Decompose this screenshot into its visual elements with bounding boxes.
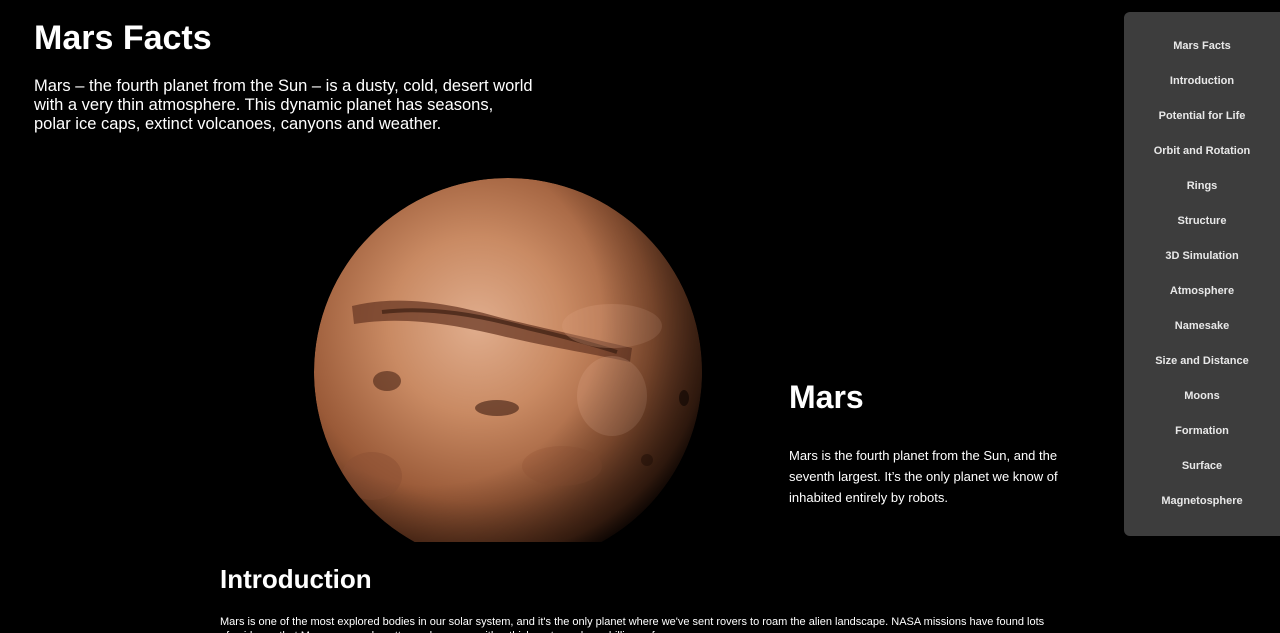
nav-link-3d-simulation[interactable]: 3D Simulation [1124, 250, 1280, 263]
nav-link-rings[interactable]: Rings [1124, 180, 1280, 193]
nav-link-moons[interactable]: Moons [1124, 390, 1280, 403]
nav-link-structure[interactable]: Structure [1124, 215, 1280, 228]
nav-link-atmosphere[interactable]: Atmosphere [1124, 285, 1280, 298]
sidebar-nav: Mars Facts Introduction Potential for Li… [1124, 12, 1280, 536]
mars-heading: Mars [789, 379, 864, 415]
nav-link-introduction[interactable]: Introduction [1124, 75, 1280, 88]
nav-link-formation[interactable]: Formation [1124, 425, 1280, 438]
nav-link-magnetosphere[interactable]: Magnetosphere [1124, 495, 1280, 508]
introduction-heading: Introduction [220, 564, 372, 594]
nav-link-namesake[interactable]: Namesake [1124, 320, 1280, 333]
nav-link-size-and-distance[interactable]: Size and Distance [1124, 355, 1280, 368]
nav-link-orbit-and-rotation[interactable]: Orbit and Rotation [1124, 145, 1280, 158]
nav-link-surface[interactable]: Surface [1124, 460, 1280, 473]
page-title: Mars Facts [34, 19, 212, 57]
nav-link-mars-facts[interactable]: Mars Facts [1124, 40, 1280, 53]
mars-image [312, 176, 704, 542]
hero-description: Mars – the fourth planet from the Sun – … [34, 77, 533, 133]
nav-link-potential-for-life[interactable]: Potential for Life [1124, 110, 1280, 123]
page: Mars Facts Mars – the fourth planet from… [0, 0, 1280, 633]
mars-description: Mars is the fourth planet from the Sun, … [789, 448, 1058, 505]
introduction-text: Mars is one of the most explored bodies … [220, 616, 1045, 633]
